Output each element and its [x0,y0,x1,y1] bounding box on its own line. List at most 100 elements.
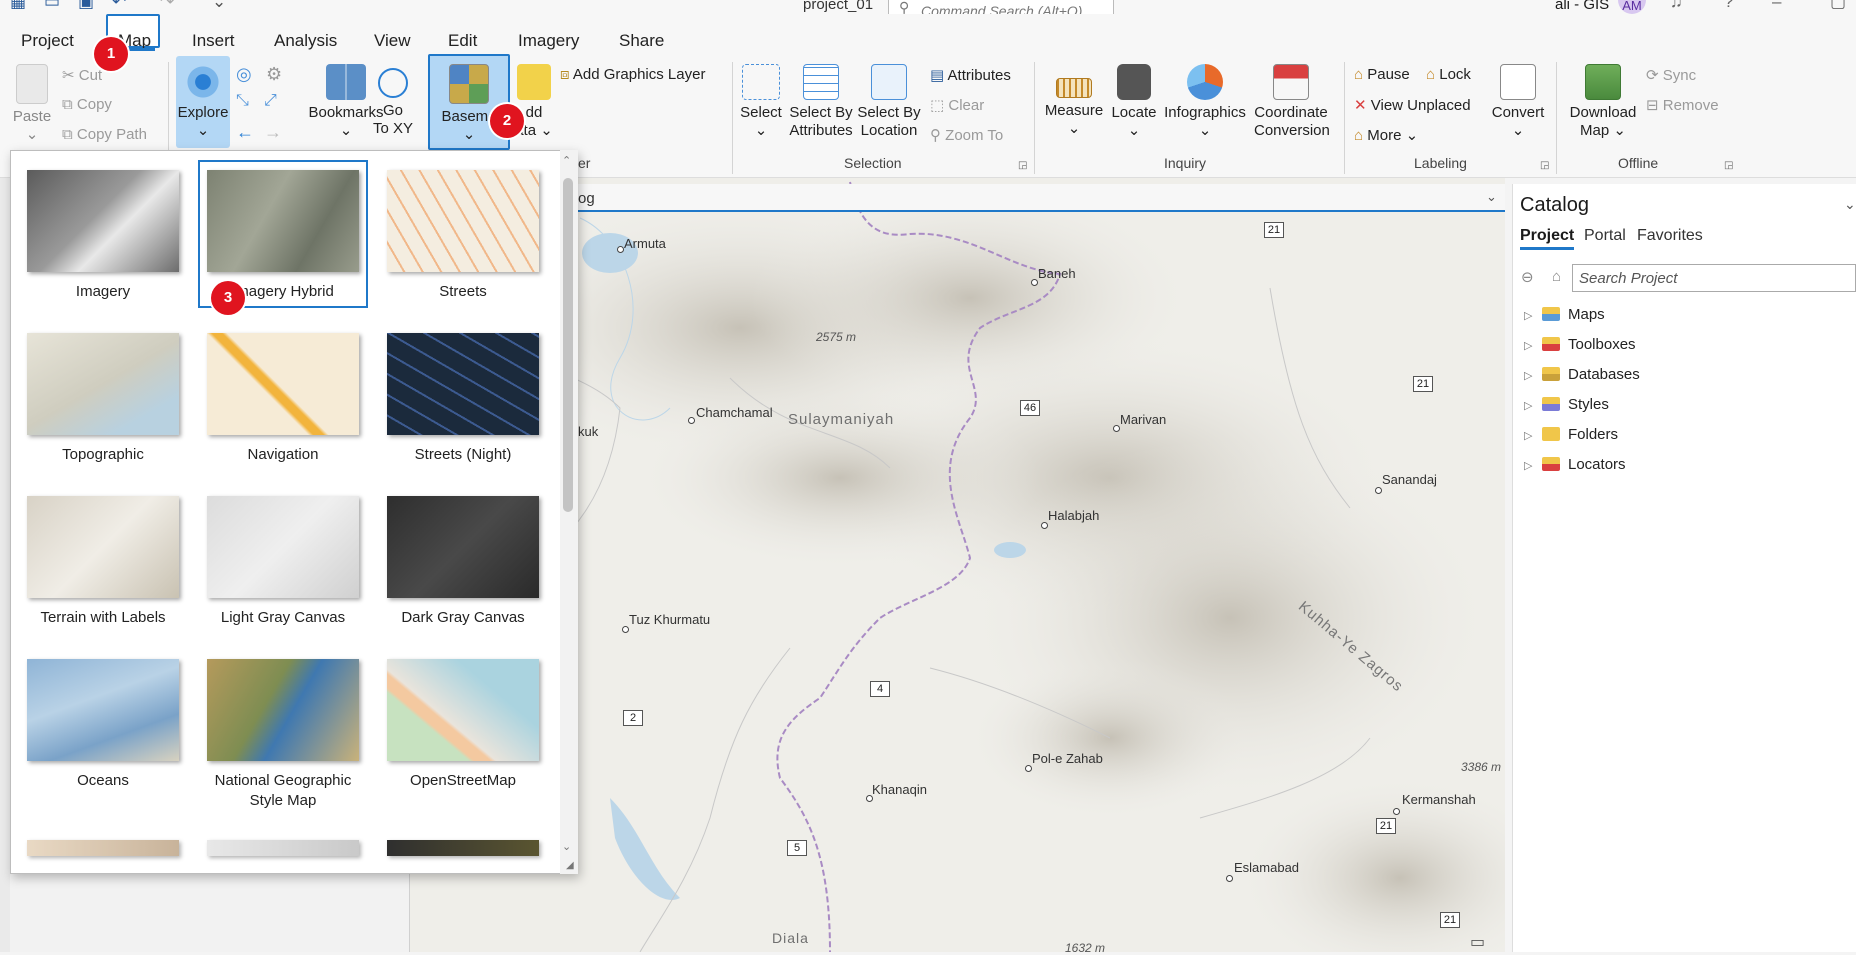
basemap-navigation[interactable]: Navigation [198,333,368,465]
home-icon[interactable]: ⌂ [1552,268,1561,285]
basemap-imagery[interactable]: Imagery [18,170,188,302]
elevation-label: 3386 m [1461,760,1502,774]
more-labeling-button[interactable]: ⌂ More ⌄ [1354,126,1418,144]
lock-labels-button[interactable]: ⌂ Lock [1426,66,1471,83]
dialog-launcher-icon[interactable]: ◲ [1018,160,1027,171]
zoom-in-fixed-icon[interactable]: ⤡ [236,92,249,110]
map-notes-icon[interactable]: ▭ [1470,932,1485,952]
tab-imagery[interactable]: Imagery [518,31,579,51]
attributes-button[interactable]: ▤ Attributes [930,66,1011,84]
tab-analysis[interactable]: Analysis [274,31,337,51]
chevron-down-icon[interactable]: ⌄ [1486,189,1497,205]
zoom-out-fixed-icon[interactable]: ⤢ [264,92,277,110]
help-icon[interactable]: ? [1724,0,1733,12]
avatar[interactable]: AM [1618,0,1646,14]
minimize-icon[interactable]: – [1772,0,1781,12]
select-button[interactable]: Select ⌄ [738,64,784,140]
back-icon[interactable]: ⊖ [1521,268,1534,286]
map-tab-label[interactable]: og [578,190,595,207]
expand-icon[interactable]: ▷ [1524,429,1542,442]
tab-catalog-portal[interactable]: Portal [1584,227,1626,245]
sync-button[interactable]: ⟳ Sync [1646,66,1696,84]
cut-button[interactable]: ✂ Cut [62,66,102,84]
redo-icon[interactable]: ↷ [160,0,174,12]
basemap-terrain-with-labels[interactable]: Terrain with Labels [18,496,188,628]
catalog-item-styles[interactable]: ▷ Styles [1524,396,1609,413]
tab-catalog-favorites[interactable]: Favorites [1637,227,1703,245]
city-marker [622,626,629,633]
copy-path-button[interactable]: ⧉ Copy Path [62,126,147,143]
tab-project[interactable]: Project [21,31,74,51]
basemap-streets[interactable]: Streets [378,170,548,302]
tab-edit[interactable]: Edit [448,31,477,51]
undo-icon[interactable]: ↶ [112,0,126,12]
catalog-item-locators[interactable]: ▷ Locators [1524,456,1626,473]
basemap-dark-gray-canvas[interactable]: Dark Gray Canvas [378,496,548,628]
go-to-xy-button[interactable]: Go To XY [370,64,416,138]
dialog-launcher-icon[interactable]: ◲ [1724,160,1733,171]
explore-button-content[interactable]: Explore ⌄ [176,64,230,140]
remove-button[interactable]: ⊟ Remove [1646,96,1719,114]
select-by-attributes-button[interactable]: Select By Attributes [788,64,854,140]
expand-icon[interactable]: ▷ [1524,339,1542,352]
convert-button[interactable]: Convert ⌄ [1490,64,1546,140]
command-search-input[interactable]: ⚲ Command Search (Alt+Q) [888,0,1114,14]
chevron-down-icon[interactable]: ⌄ [1844,196,1856,213]
copy-button[interactable]: ⧉ Copy [62,96,112,113]
customize-toolbar-icon[interactable]: ⌄ [212,0,226,12]
basemap-thumbnail-partial[interactable] [207,840,359,856]
expand-icon[interactable]: ▷ [1524,369,1542,382]
download-map-button[interactable]: Download Map ⌄ [1566,64,1640,140]
basemap-topographic[interactable]: Topographic [18,333,188,465]
basemap-oceans[interactable]: Oceans [18,659,188,791]
select-by-location-button[interactable]: Select By Location [856,64,922,140]
user-name[interactable]: ali - GIS [1555,0,1609,13]
basemap-light-gray-canvas[interactable]: Light Gray Canvas [198,496,368,628]
basemap-thumbnail-partial[interactable] [387,840,539,856]
measure-button[interactable]: Measure ⌄ [1044,64,1104,138]
tab-share[interactable]: Share [619,31,664,51]
scroll-up-icon[interactable]: ⌃ [562,154,571,167]
full-extent-icon[interactable]: ◎ [236,64,252,85]
select-by-location-label-2: Location [860,122,918,139]
copy-icon: ⧉ [62,96,73,113]
expand-icon[interactable]: ▷ [1524,399,1542,412]
basemap-thumbnail [207,333,359,435]
tab-view[interactable]: View [374,31,411,51]
fixed-zoom-icon[interactable]: ⚙ [266,64,282,85]
catalog-item-folders[interactable]: ▷ Folders [1524,426,1618,443]
paste-button[interactable]: Paste ⌄ [12,64,52,144]
zoom-to-selection-button[interactable]: ⚲ Zoom To [930,126,1003,144]
scroll-down-icon[interactable]: ⌄ [562,840,571,853]
view-unplaced-button[interactable]: ✕ View Unplaced [1354,96,1471,114]
tab-insert[interactable]: Insert [192,31,235,51]
pause-labeling-button[interactable]: ⌂ Pause [1354,66,1410,83]
basemap-streets-night[interactable]: Streets (Night) [378,333,548,465]
basemap-label: Terrain with Labels [40,609,166,626]
maximize-icon[interactable]: ▢ [1830,0,1846,12]
coordinate-conversion-button[interactable]: Coordinate Conversion [1254,64,1330,140]
catalog-item-databases[interactable]: ▷ Databases [1524,366,1640,383]
dialog-launcher-icon[interactable]: ◲ [1540,160,1549,171]
expand-icon[interactable]: ▷ [1524,309,1542,322]
catalog-item-toolboxes[interactable]: ▷ Toolboxes [1524,336,1636,353]
resize-grip-icon[interactable]: ◢ [566,860,574,871]
open-project-icon[interactable]: ▭ [44,0,60,12]
next-extent-icon[interactable]: → [264,122,282,143]
clear-selection-button[interactable]: ⬚ Clear [930,96,984,114]
infographics-button[interactable]: Infographics ⌄ [1162,64,1248,140]
notifications-icon[interactable]: ♫ [1670,0,1683,12]
catalog-item-maps[interactable]: ▷ Maps [1524,306,1605,323]
infographics-label: Infographics [1164,104,1246,121]
add-graphics-layer-button[interactable]: ⧈ Add Graphics Layer [560,66,705,83]
previous-extent-icon[interactable]: ← [236,122,254,143]
tab-catalog-project[interactable]: Project [1520,227,1575,250]
basemap-thumbnail-partial[interactable] [27,840,179,856]
expand-icon[interactable]: ▷ [1524,459,1542,472]
locate-button[interactable]: Locate ⌄ [1106,64,1162,140]
basemap-national-geographic[interactable]: National Geographic Style Map [198,659,368,811]
basemap-openstreetmap[interactable]: OpenStreetMap [378,659,548,791]
gallery-scrollbar-thumb[interactable] [563,178,573,512]
catalog-search-input[interactable]: Search Project [1572,264,1856,292]
save-icon[interactable]: ▣ [78,0,94,12]
